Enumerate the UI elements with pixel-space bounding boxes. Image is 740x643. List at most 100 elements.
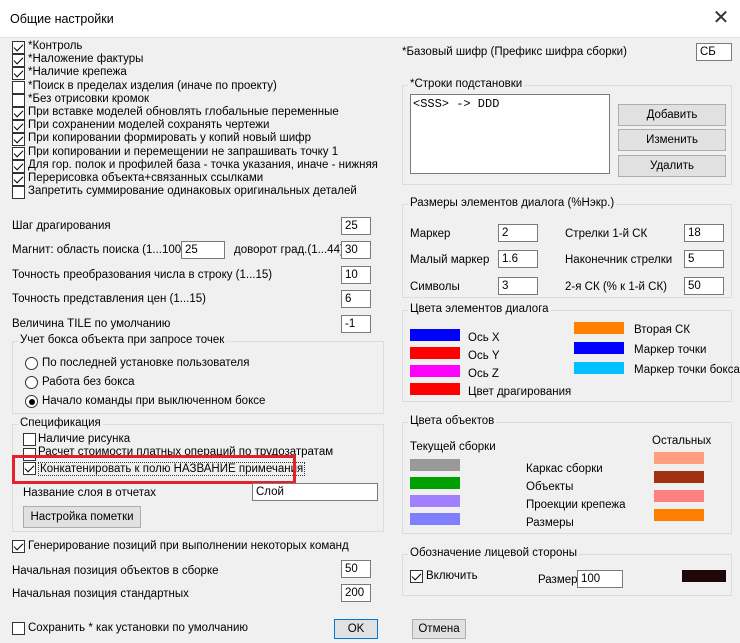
second-sk-swatch[interactable] — [574, 322, 624, 334]
tile-label: Величина TILE по умолчанию — [12, 318, 171, 330]
arrows1-label: Стрелки 1-й СК — [565, 228, 648, 240]
gen-positions-checkbox[interactable] — [12, 540, 25, 553]
box-point-marker-label: Маркер точки бокса — [634, 364, 740, 376]
magnet-label: Магнит: область поиска (1...100) — [12, 244, 186, 256]
symbols-label: Символы — [410, 281, 460, 293]
cancel-button[interactable]: Отмена — [412, 619, 466, 639]
face-size-input[interactable]: 100 — [577, 570, 623, 588]
add-button[interactable]: Добавить — [618, 104, 726, 126]
drag-step-input[interactable]: 25 — [341, 217, 371, 235]
arrows1-input[interactable]: 18 — [684, 224, 724, 242]
layer-name-label: Название слоя в отчетах — [23, 487, 156, 499]
base-code-label: *Базовый шифр (Префикс шифра сборки) — [402, 46, 627, 58]
rotate-label: доворот град.(1...44) — [234, 244, 344, 256]
mark-settings-button[interactable]: Настройка пометки — [23, 506, 141, 528]
bbox-radio-3-label: Начало команды при выключенном боксе — [42, 395, 266, 407]
face-enable-label: Включить — [426, 570, 478, 582]
edit-button[interactable]: Изменить — [618, 129, 726, 151]
fastener-current-swatch[interactable] — [410, 495, 460, 507]
base-code-input[interactable]: СБ — [696, 43, 732, 61]
option-label: При копировании и перемещении не запраши… — [28, 145, 339, 158]
frame-other-swatch[interactable] — [654, 452, 704, 464]
price-precision-input[interactable]: 6 — [341, 290, 371, 308]
bbox-radio-1[interactable] — [25, 357, 38, 370]
axis-y-label: Ось Y — [468, 350, 500, 362]
axis-x-swatch[interactable] — [410, 329, 460, 341]
subst-list[interactable]: <SSS> -> DDD — [410, 94, 610, 174]
option-checkbox[interactable] — [12, 93, 25, 107]
option-checkbox[interactable] — [12, 146, 25, 160]
marker-input[interactable]: 2 — [498, 224, 538, 242]
option-label: *Контроль — [28, 40, 83, 52]
bbox-radio-2-label: Работа без бокса — [42, 376, 135, 388]
small-marker-input[interactable]: 1.6 — [498, 250, 538, 268]
option-checkbox[interactable] — [12, 107, 25, 120]
arrow-tip-input[interactable]: 5 — [684, 250, 724, 268]
save-default-checkbox[interactable] — [12, 622, 25, 635]
subst-list-item[interactable]: <SSS> -> DDD — [413, 97, 499, 111]
option-checkbox[interactable] — [12, 54, 25, 68]
current-assembly-label: Текущей сборки — [410, 441, 496, 453]
face-color-swatch[interactable] — [682, 570, 726, 582]
box-point-marker-swatch[interactable] — [574, 362, 624, 374]
option-checkbox[interactable] — [12, 41, 25, 54]
spec-group-title: Спецификация — [18, 417, 103, 429]
option-label: Запретить суммирование одинаковых оригин… — [28, 185, 357, 198]
object-colors-title: Цвета объектов — [408, 415, 497, 427]
save-default-label: Сохранить * как установки по умолчанию — [28, 622, 249, 634]
delete-button[interactable]: Удалить — [618, 155, 726, 177]
bbox-radio-2[interactable] — [25, 376, 38, 389]
option-checkbox[interactable] — [12, 186, 25, 200]
axis-y-swatch[interactable] — [410, 347, 460, 359]
close-icon[interactable]: ✕ — [708, 7, 734, 31]
spec-opt1-checkbox[interactable] — [23, 433, 36, 446]
point-marker-label: Маркер точки — [634, 344, 707, 356]
face-enable-checkbox[interactable] — [410, 570, 423, 583]
objects-label: Объекты — [526, 481, 574, 493]
ok-button[interactable]: OK — [334, 619, 378, 639]
start-pos-std-input[interactable]: 200 — [341, 584, 371, 602]
frame-current-swatch[interactable] — [410, 459, 460, 471]
option-checkbox[interactable] — [12, 159, 25, 173]
option-checkbox[interactable] — [12, 173, 25, 186]
tile-input[interactable]: -1 — [341, 315, 371, 333]
dims-current-swatch[interactable] — [410, 513, 460, 525]
face-side-title: Обозначение лицевой стороны — [408, 547, 579, 559]
title-bar: Общие настройки ✕ — [0, 0, 740, 38]
option-label: *Наличие крепежа — [28, 66, 127, 79]
layer-name-input[interactable]: Слой — [252, 483, 378, 501]
start-pos-assembly-input[interactable]: 50 — [341, 560, 371, 578]
magnet-input[interactable]: 25 — [181, 241, 225, 259]
point-marker-swatch[interactable] — [574, 342, 624, 354]
option-checkbox[interactable] — [12, 80, 25, 94]
drag-color-label: Цвет драгирования — [468, 386, 572, 398]
fastener-other-swatch[interactable] — [654, 490, 704, 502]
bbox-group-title: Учет бокса объекта при запросе точек — [18, 334, 227, 346]
sk2-label: 2-я СК (% к 1-й СК) — [565, 281, 668, 293]
num-precision-input[interactable]: 10 — [341, 266, 371, 284]
fastener-label: Проекции крепежа — [526, 499, 626, 511]
option-checkbox[interactable] — [12, 120, 25, 134]
dims-label: Размеры — [526, 517, 574, 529]
highlight-box — [12, 455, 296, 484]
option-label: Перерисовка объекта+связанных ссылками — [28, 172, 264, 184]
axis-z-swatch[interactable] — [410, 365, 460, 377]
option-checkbox[interactable] — [12, 67, 25, 81]
option-label: *Поиск в пределах изделия (иначе по прое… — [28, 79, 277, 92]
symbols-input[interactable]: 3 — [498, 277, 538, 295]
spec-opt1-label: Наличие рисунка — [38, 433, 131, 445]
rotate-input[interactable]: 30 — [341, 241, 371, 259]
bbox-radio-3[interactable] — [25, 395, 38, 408]
bbox-radio-1-label: По последней установке пользователя — [42, 357, 250, 369]
sk2-input[interactable]: 50 — [684, 277, 724, 295]
frame-label: Каркас сборки — [526, 463, 603, 475]
subst-group-title: *Строки подстановки — [408, 78, 525, 90]
objects-other-swatch[interactable] — [654, 471, 704, 483]
dims-other-swatch[interactable] — [654, 509, 704, 521]
option-label: Для гор. полок и профилей база - точка у… — [28, 158, 378, 171]
objects-current-swatch[interactable] — [410, 477, 460, 489]
others-label: Остальных — [652, 435, 712, 447]
small-marker-label: Малый маркер — [410, 254, 490, 266]
drag-color-swatch[interactable] — [410, 383, 460, 395]
option-checkbox[interactable] — [12, 133, 25, 147]
